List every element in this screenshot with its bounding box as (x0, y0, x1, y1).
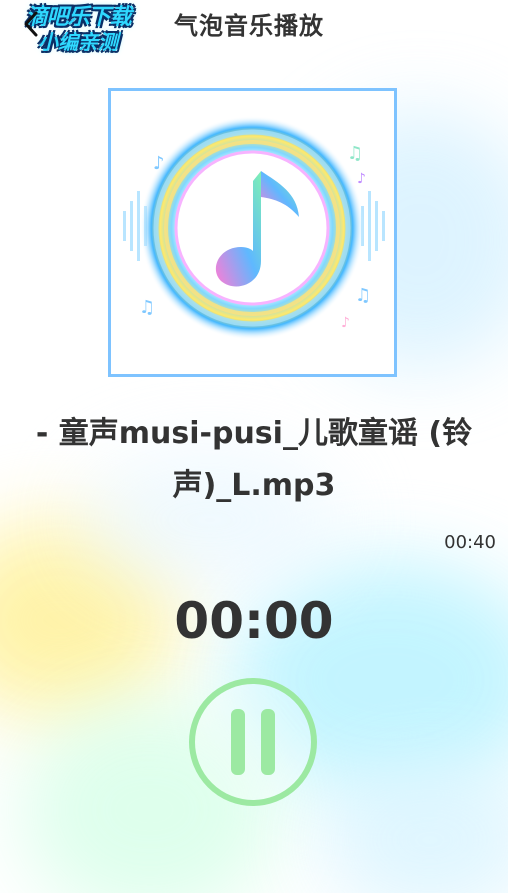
player-screen: 滴吧乐下载 小编亲测 气泡音乐播放 ♪ ♫ ♪ ♫ ♫ ♪ - 童声musi-p… (0, 0, 508, 893)
duration-label: 00:40 (444, 532, 496, 553)
svg-text:♪: ♪ (341, 315, 350, 331)
music-note-icon: ♪ ♫ ♪ ♫ ♫ ♪ (123, 116, 385, 340)
chevron-left-icon (23, 11, 39, 41)
page-title: 气泡音乐播放 (174, 12, 324, 40)
svg-text:♫: ♫ (139, 297, 155, 318)
album-cover: ♪ ♫ ♪ ♫ ♫ ♪ (108, 88, 397, 377)
pause-icon (223, 709, 283, 775)
svg-text:♫: ♫ (355, 285, 371, 306)
svg-text:♫: ♫ (347, 143, 363, 164)
top-bar: 滴吧乐下载 小编亲测 气泡音乐播放 (0, 0, 508, 54)
play-pause-button[interactable] (189, 678, 317, 806)
svg-text:♪: ♪ (153, 153, 165, 174)
svg-text:♪: ♪ (357, 171, 366, 187)
song-title: - 童声musi-pusi_儿歌童谣 (铃声)_L.mp3 (35, 416, 473, 503)
elapsed-time: 00:00 (174, 592, 334, 650)
back-button[interactable] (16, 8, 46, 44)
